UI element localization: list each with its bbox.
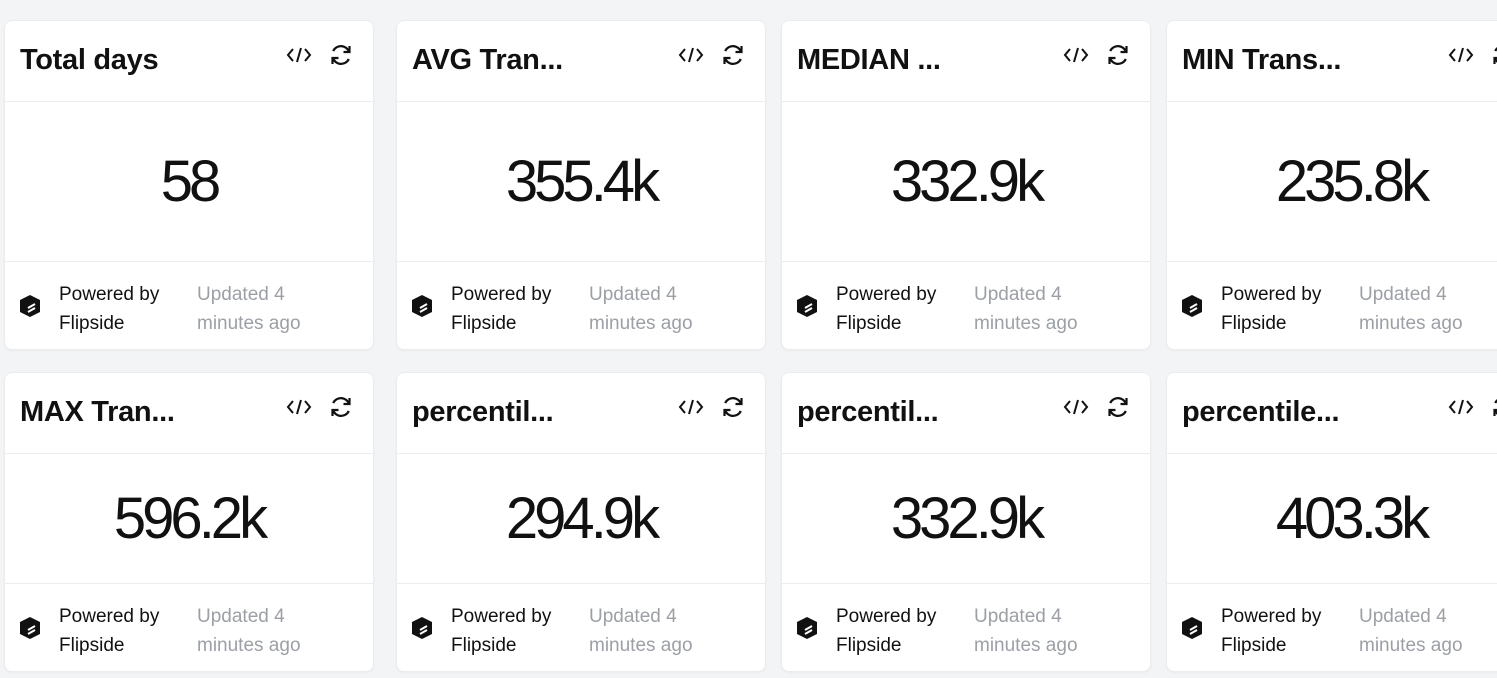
updated-timestamp: Updated 4 minutes ago (197, 606, 301, 656)
refresh-icon[interactable] (1489, 41, 1497, 69)
card-tools (1447, 393, 1497, 421)
card-header: MEDIAN ... (782, 21, 1150, 102)
metric-value: 294.9k (505, 486, 660, 551)
card-tools (1447, 41, 1497, 69)
refresh-icon[interactable] (1104, 41, 1132, 69)
metric-card: MEDIAN ... 332.9k Powered by Flipside Up… (781, 20, 1151, 350)
updated-timestamp: Updated 4 minutes ago (974, 284, 1078, 334)
card-header: MIN Trans... (1167, 21, 1497, 102)
refresh-icon[interactable] (719, 41, 747, 69)
powered-by-label[interactable]: Powered by Flipside (59, 280, 159, 338)
card-body: 332.9k (782, 102, 1150, 262)
metric-card: percentil... 332.9k Powered by Flipside … (781, 372, 1151, 672)
card-footer: Powered by Flipside Updated 4 minutes ag… (782, 262, 1150, 349)
code-icon[interactable] (1447, 41, 1475, 69)
refresh-icon[interactable] (327, 393, 355, 421)
metric-value: 596.2k (113, 486, 268, 551)
card-header: percentil... (397, 373, 765, 454)
powered-by-label[interactable]: Powered by Flipside (836, 602, 936, 660)
metric-card: MAX Tran... 596.2k Powered by Flipside U… (4, 372, 374, 672)
card-header: AVG Tran... (397, 21, 765, 102)
card-footer: Powered by Flipside Updated 4 minutes ag… (397, 584, 765, 671)
code-icon[interactable] (285, 393, 313, 421)
refresh-icon[interactable] (719, 393, 747, 421)
card-title: MEDIAN ... (797, 44, 941, 76)
updated-timestamp: Updated 4 minutes ago (1359, 606, 1463, 656)
updated-timestamp: Updated 4 minutes ago (197, 284, 301, 334)
refresh-icon[interactable] (1489, 393, 1497, 421)
powered-by-label[interactable]: Powered by Flipside (1221, 280, 1321, 338)
metric-value: 235.8k (1275, 149, 1430, 214)
card-body: 235.8k (1167, 102, 1497, 262)
flipside-logo-icon (20, 617, 40, 639)
metric-value: 403.3k (1275, 486, 1430, 551)
flipside-logo-icon (412, 295, 432, 317)
powered-by-label[interactable]: Powered by Flipside (1221, 602, 1321, 660)
updated-timestamp: Updated 4 minutes ago (974, 606, 1078, 656)
card-footer: Powered by Flipside Updated 4 minutes ag… (5, 262, 373, 349)
card-tools (285, 41, 355, 69)
card-title: percentil... (412, 396, 554, 428)
code-icon[interactable] (1447, 393, 1475, 421)
powered-by-label[interactable]: Powered by Flipside (836, 280, 936, 338)
card-body: 332.9k (782, 454, 1150, 584)
card-body: 596.2k (5, 454, 373, 584)
card-body: 58 (5, 102, 373, 262)
card-tools (677, 393, 747, 421)
card-title: MAX Tran... (20, 396, 175, 428)
flipside-logo-icon (1182, 617, 1202, 639)
powered-by-label[interactable]: Powered by Flipside (451, 280, 551, 338)
metric-card: MIN Trans... 235.8k Powered by Flipside … (1166, 20, 1497, 350)
metric-card: percentile... 403.3k Powered by Flipside… (1166, 372, 1497, 672)
powered-by-label[interactable]: Powered by Flipside (59, 602, 159, 660)
code-icon[interactable] (1062, 393, 1090, 421)
card-body: 403.3k (1167, 454, 1497, 584)
card-tools (677, 41, 747, 69)
updated-timestamp: Updated 4 minutes ago (1359, 284, 1463, 334)
card-title: percentil... (797, 396, 939, 428)
card-tools (285, 393, 355, 421)
flipside-logo-icon (797, 295, 817, 317)
card-title: MIN Trans... (1182, 44, 1342, 76)
card-tools (1062, 41, 1132, 69)
card-footer: Powered by Flipside Updated 4 minutes ag… (5, 584, 373, 671)
card-body: 294.9k (397, 454, 765, 584)
card-header: percentil... (782, 373, 1150, 454)
card-title: Total days (20, 44, 159, 76)
powered-by-label[interactable]: Powered by Flipside (451, 602, 551, 660)
card-body: 355.4k (397, 102, 765, 262)
refresh-icon[interactable] (327, 41, 355, 69)
metric-value: 332.9k (890, 149, 1045, 214)
card-header: MAX Tran... (5, 373, 373, 454)
flipside-logo-icon (797, 617, 817, 639)
metric-card: Total days 58 Powered by Flipside Update… (4, 20, 374, 350)
card-tools (1062, 393, 1132, 421)
metric-value: 355.4k (505, 149, 660, 214)
card-header: percentile... (1167, 373, 1497, 454)
updated-timestamp: Updated 4 minutes ago (589, 606, 693, 656)
card-title: percentile... (1182, 396, 1340, 428)
refresh-icon[interactable] (1104, 393, 1132, 421)
code-icon[interactable] (677, 41, 705, 69)
card-footer: Powered by Flipside Updated 4 minutes ag… (1167, 262, 1497, 349)
code-icon[interactable] (677, 393, 705, 421)
flipside-logo-icon (20, 295, 40, 317)
code-icon[interactable] (1062, 41, 1090, 69)
metric-card: AVG Tran... 355.4k Powered by Flipside U… (396, 20, 766, 350)
card-title: AVG Tran... (412, 44, 563, 76)
card-footer: Powered by Flipside Updated 4 minutes ag… (1167, 584, 1497, 671)
updated-timestamp: Updated 4 minutes ago (589, 284, 693, 334)
code-icon[interactable] (285, 41, 313, 69)
card-footer: Powered by Flipside Updated 4 minutes ag… (782, 584, 1150, 671)
metric-card: percentil... 294.9k Powered by Flipside … (396, 372, 766, 672)
flipside-logo-icon (412, 617, 432, 639)
card-footer: Powered by Flipside Updated 4 minutes ag… (397, 262, 765, 349)
metric-value: 332.9k (890, 486, 1045, 551)
card-header: Total days (5, 21, 373, 102)
flipside-logo-icon (1182, 295, 1202, 317)
metric-value: 58 (160, 149, 221, 214)
